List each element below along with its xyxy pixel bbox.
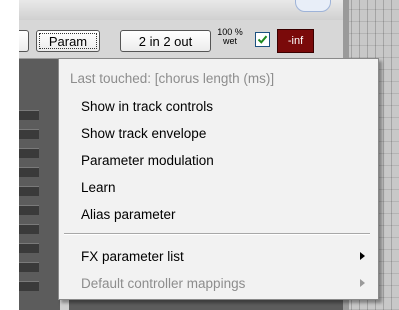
menu-item-label: Show track envelope [81,125,207,141]
menu-item-label: Default controller mappings [81,275,246,291]
menu-header-label: Last touched: [chorus length (ms)] [70,70,275,86]
menu-item-label: FX parameter list [81,248,184,264]
toolbar-left-button[interactable] [19,30,29,52]
menu-item-alias-parameter[interactable]: Alias parameter [60,201,377,227]
param-button[interactable]: Param [36,30,100,52]
menu-item-label: Show in track controls [81,98,214,114]
menu-item-fx-parameter-list[interactable]: FX parameter list [60,243,377,269]
submenu-arrow-icon [360,279,365,287]
checkmark-icon [257,35,268,44]
menu-separator [64,233,370,235]
plugin-list-background [19,110,39,300]
level-button[interactable]: -inf [277,29,314,53]
wet-knob[interactable]: 100 % wet [215,28,245,46]
menu-header-last-touched: Last touched: [chorus length (ms)] [60,65,377,91]
submenu-arrow-icon [360,252,365,260]
level-label: -inf [287,35,304,47]
menu-item-parameter-modulation[interactable]: Parameter modulation [60,147,377,173]
menu-item-show-track-envelope[interactable]: Show track envelope [60,120,377,146]
menu-item-label: Learn [81,179,116,195]
param-button-label: Param [48,33,88,49]
menu-item-label: Alias parameter [81,206,176,222]
parameter-context-menu: Last touched: [chorus length (ms)] Show … [58,58,379,300]
knob-edge [295,0,331,12]
io-routing-label: 2 in 2 out [138,33,193,49]
menu-item-learn[interactable]: Learn [60,174,377,200]
fx-toolbar: Param 2 in 2 out 100 % wet -inf [19,0,343,59]
wet-label: wet [222,36,237,46]
fx-enable-checkbox[interactable] [255,32,270,47]
menu-item-label: Parameter modulation [81,152,214,168]
menu-item-show-in-track-controls[interactable]: Show in track controls [60,93,377,119]
io-routing-button[interactable]: 2 in 2 out [120,30,211,52]
menu-item-default-controller-mappings: Default controller mappings [60,270,377,296]
